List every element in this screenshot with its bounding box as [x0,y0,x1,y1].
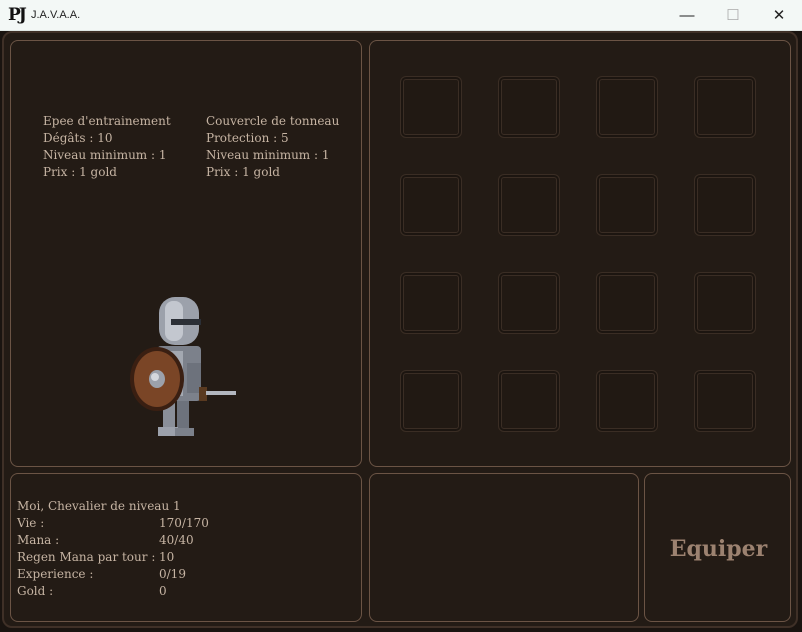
inventory-slot[interactable] [596,272,658,334]
inventory-slot[interactable] [400,174,462,236]
weapon-name: Epee d'entrainement [43,114,171,128]
shield-price: Prix : 1 gold [206,165,280,179]
maximize-button[interactable]: ☐ [710,0,756,30]
inventory-slot[interactable] [498,370,560,432]
title-bar: PJ J.A.V.A.A. — ☐ ✕ [0,0,802,31]
stat-label: Mana : [17,533,60,547]
stat-value: 10 [159,550,175,564]
equip-panel: Equiper [644,473,791,622]
inventory-slot[interactable] [400,370,462,432]
stat-value: 0/19 [159,567,186,581]
inventory-slot[interactable] [596,370,658,432]
window-title: J.A.V.A.A. [31,9,81,21]
shield-info: Couvercle de tonneau Protection : 5 Nive… [206,113,339,181]
inventory-slot[interactable] [498,76,560,138]
stat-label: Regen Mana par tour : [17,550,156,564]
shield-name: Couvercle de tonneau [206,114,340,128]
stat-value: 40/40 [159,533,194,547]
app-logo-icon: PJ [8,5,27,25]
stat-value: 0 [159,584,167,598]
inventory-slot[interactable] [596,76,658,138]
inventory-slot[interactable] [694,174,756,236]
stats-panel: Moi, Chevalier de niveau 1 Vie : 170/170 M… [10,473,362,622]
inventory-slot[interactable] [694,76,756,138]
shield-level: Niveau minimum : 1 [206,148,330,162]
inventory-slot[interactable] [694,272,756,334]
minimize-button[interactable]: — [664,0,710,30]
weapon-damage: Dégâts : 10 [43,131,113,145]
equip-button[interactable]: Equiper [645,474,792,623]
stat-label: Vie : [17,516,45,530]
inventory-panel [369,40,791,467]
weapon-level: Niveau minimum : 1 [43,148,167,162]
close-button[interactable]: ✕ [756,0,802,30]
character-title: Moi, Chevalier de niveau 1 [17,499,181,513]
inventory-slot[interactable] [400,272,462,334]
inventory-slot[interactable] [596,174,658,236]
stat-label: Experience : [17,567,94,581]
weapon-info: Epee d'entrainement Dégâts : 10 Niveau m… [43,113,171,181]
weapon-price: Prix : 1 gold [43,165,117,179]
shield-protection: Protection : 5 [206,131,289,145]
inventory-slot[interactable] [400,76,462,138]
inventory-slot[interactable] [498,272,560,334]
stat-value: 170/170 [159,516,209,530]
message-panel [369,473,639,622]
inventory-slot[interactable] [498,174,560,236]
inventory-slot[interactable] [694,370,756,432]
stat-label: Gold : [17,584,54,598]
knight-sprite-icon [130,297,236,436]
character-panel: Epee d'entrainement Dégâts : 10 Niveau m… [10,40,362,467]
